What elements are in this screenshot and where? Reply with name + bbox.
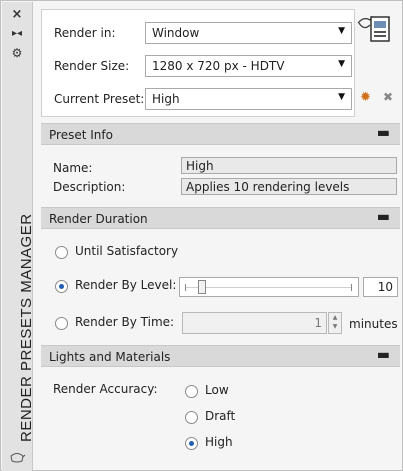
render-accuracy-label: Render Accuracy: — [53, 382, 158, 396]
accuracy-low-label[interactable]: Low — [205, 383, 229, 397]
until-satisfactory-radio[interactable] — [55, 246, 68, 259]
render-level-slider[interactable] — [179, 277, 359, 297]
preset-name-field: High — [181, 157, 397, 174]
lights-materials-title: Lights and Materials — [49, 350, 171, 364]
preset-info-header[interactable]: Preset Info ▬ — [41, 123, 400, 145]
render-presets-palette: × ▸◂ ⚙ RENDER PRESETS MANAGER Render in:… — [0, 0, 403, 471]
render-time-spinner: ▲ ▼ — [328, 312, 342, 334]
render-size-value: 1280 x 720 px - HDTV — [152, 59, 285, 73]
slider-track — [186, 287, 352, 288]
chevron-down-icon: ▼ — [338, 59, 345, 69]
render-duration-header[interactable]: Render Duration ▬ — [41, 207, 400, 229]
render-time-input: 1 — [182, 312, 327, 334]
render-by-level-radio[interactable] — [55, 280, 68, 293]
preset-description-value: Applies 10 rendering levels — [186, 180, 350, 194]
slider-thumb[interactable] — [198, 280, 206, 294]
collapse-icon[interactable]: ▬ — [377, 347, 390, 363]
accuracy-high-radio[interactable] — [185, 437, 198, 450]
teapot-icon[interactable] — [8, 450, 26, 464]
name-label: Name: — [53, 161, 93, 175]
current-preset-dropdown[interactable]: High ▼ — [145, 88, 352, 110]
collapse-icon[interactable]: ▬ — [377, 125, 390, 141]
accuracy-high-label[interactable]: High — [205, 435, 233, 449]
accuracy-draft-radio[interactable] — [185, 411, 198, 424]
render-time-unit: minutes — [349, 317, 398, 331]
gear-icon[interactable]: ✹ — [360, 90, 371, 105]
render-size-label: Render Size: — [54, 59, 130, 73]
render-level-input[interactable]: 10 — [363, 277, 398, 297]
preset-name-value: High — [186, 159, 214, 173]
slider-tick-max — [351, 284, 352, 291]
accuracy-draft-label[interactable]: Draft — [205, 409, 235, 423]
palette-titlebar[interactable]: × ▸◂ ⚙ RENDER PRESETS MANAGER — [2, 2, 35, 471]
delete-icon[interactable]: ✖ — [383, 90, 393, 104]
properties-icon[interactable]: ⚙ — [2, 44, 32, 62]
autohide-icon[interactable]: ▸◂ — [2, 25, 32, 43]
current-preset-value: High — [152, 92, 180, 106]
render-size-dropdown[interactable]: 1280 x 720 px - HDTV ▼ — [145, 55, 352, 77]
until-satisfactory-label[interactable]: Until Satisfactory — [75, 244, 178, 258]
render-size-row: Render Size: 1280 x 720 px - HDTV ▼ — [42, 53, 352, 81]
close-icon[interactable]: × — [2, 6, 32, 24]
render-level-value: 10 — [377, 280, 393, 294]
collapse-icon[interactable]: ▬ — [377, 209, 390, 225]
render-time-value: 1 — [314, 316, 322, 330]
preset-info-title: Preset Info — [49, 128, 113, 142]
render-window-icon[interactable] — [356, 11, 392, 43]
render-settings-block: Render in: Window ▼ Render Size: 1280 x … — [41, 9, 355, 117]
render-in-dropdown[interactable]: Window ▼ — [145, 22, 352, 44]
description-label: Description: — [53, 180, 126, 194]
chevron-down-icon: ▼ — [338, 92, 345, 102]
accuracy-low-radio[interactable] — [185, 385, 198, 398]
current-preset-label: Current Preset: — [54, 92, 145, 106]
render-by-time-radio[interactable] — [55, 317, 68, 330]
render-in-row: Render in: Window ▼ — [42, 20, 352, 48]
chevron-down-icon: ▼ — [338, 26, 345, 36]
render-by-level-label[interactable]: Render By Level: — [75, 278, 176, 292]
lights-materials-header[interactable]: Lights and Materials ▬ — [41, 345, 400, 367]
current-preset-row: Current Preset: High ▼ — [42, 86, 352, 114]
palette-title: RENDER PRESETS MANAGER — [18, 213, 35, 442]
render-in-value: Window — [152, 26, 200, 40]
render-duration-title: Render Duration — [49, 212, 148, 226]
render-in-label: Render in: — [54, 26, 116, 40]
render-by-time-label[interactable]: Render By Time: — [75, 315, 174, 329]
preset-description-field: Applies 10 rendering levels — [181, 178, 397, 195]
